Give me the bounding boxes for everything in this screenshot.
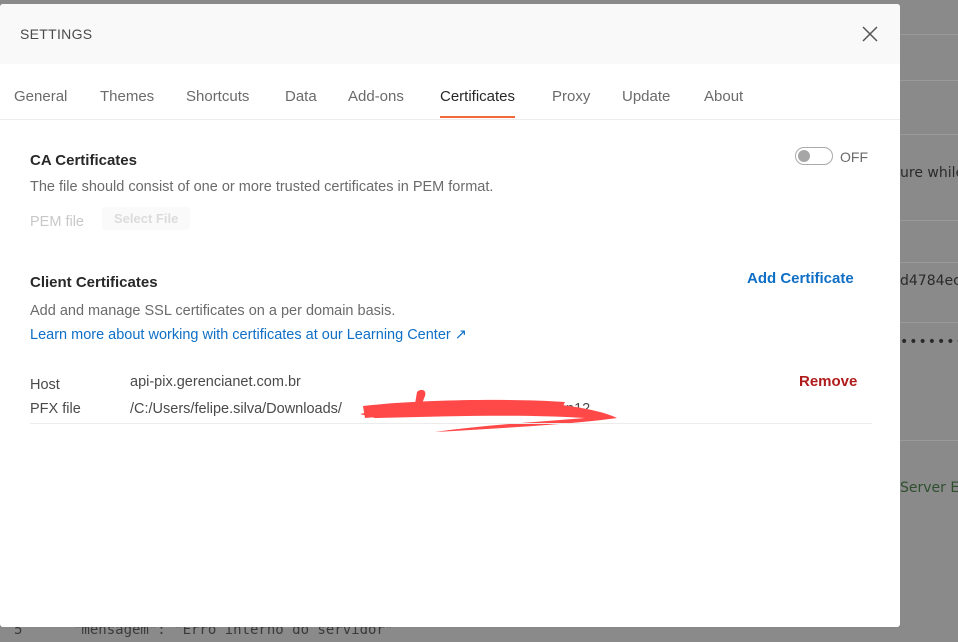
toggle-knob [798,150,810,162]
ca-description: The file should consist of one or more t… [30,179,494,195]
settings-tabs: General Themes Shortcuts Data Add-ons Ce… [0,64,900,120]
bg-text: •••••••• [900,334,958,350]
toggle-state-label: OFF [840,149,868,165]
tab-update[interactable]: Update [622,88,670,105]
tab-shortcuts[interactable]: Shortcuts [186,88,249,105]
client-certificates-heading: Client Certificates [30,274,158,291]
tab-about[interactable]: About [704,88,743,105]
learning-center-link[interactable]: Learn more about working with certificat… [30,327,467,343]
pem-file-label: PEM file [30,214,84,230]
pfx-file-label: PFX file [30,401,81,417]
host-value: api-pix.gerencianet.com.br [130,374,301,390]
tab-add-ons[interactable]: Add-ons [348,88,404,105]
ca-certificates-toggle[interactable] [795,147,833,165]
tab-certificates[interactable]: Certificates [440,88,516,118]
bg-divider [900,262,958,263]
bg-divider [900,80,958,81]
pfx-file-value: /C:/Users/felipe.silva/Downloads/ [130,401,342,417]
bg-text: d4784ec [900,273,958,289]
bg-divider [900,440,958,441]
tab-proxy[interactable]: Proxy [552,88,590,105]
bg-divider [900,34,958,35]
redaction-scribble [360,389,617,432]
tab-general[interactable]: General [14,88,67,105]
bg-divider [900,322,958,323]
modal-title: SETTINGS [20,26,93,42]
bg-divider [900,220,958,221]
certificate-row-divider [30,423,872,424]
bg-divider [900,134,958,135]
close-icon[interactable] [860,24,880,44]
tab-themes[interactable]: Themes [100,88,154,105]
ca-certificates-heading: CA Certificates [30,152,137,169]
select-file-button[interactable]: Select File [102,207,191,230]
host-label: Host [30,377,60,393]
bg-text: ure while [900,165,958,181]
remove-certificate-button[interactable]: Remove [799,373,857,390]
bg-text: Server Err [900,480,958,496]
tab-data[interactable]: Data [285,88,317,105]
client-description: Add and manage SSL certificates on a per… [30,303,396,319]
add-certificate-button[interactable]: Add Certificate [747,270,854,287]
modal-header: SETTINGS [0,4,900,64]
